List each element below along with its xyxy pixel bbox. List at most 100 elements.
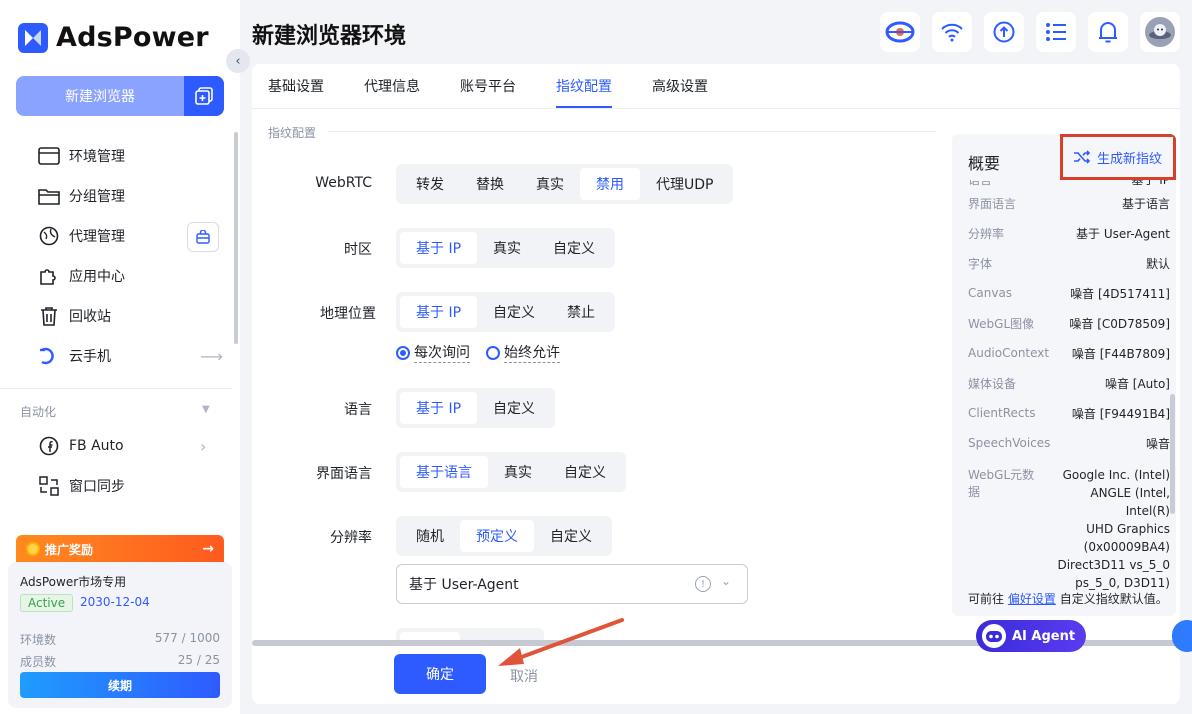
webrtc-option-disabled[interactable]: 禁用 [580, 168, 640, 200]
overview-panel: 概要 语言 基于 IP 界面语言 基于语言 分辨率 基于 User-Agent 字体… [952, 134, 1176, 616]
sidebar-item-label: 环境管理 [69, 149, 125, 165]
language-option-custom[interactable]: 自定义 [477, 392, 551, 424]
overview-list: 语言 基于 IP 界面语言 基于语言 分辨率 基于 User-Agent 字体 默认 … [968, 180, 1170, 592]
member-count-row: 成员数 25 / 25 [20, 653, 220, 670]
sidebar-item-trash[interactable]: 回收站 [0, 296, 232, 336]
sidebar-item-fb-auto[interactable]: FB Auto › [0, 426, 232, 466]
robot-icon [982, 624, 1006, 648]
resolution-option-custom[interactable]: 自定义 [534, 520, 608, 552]
new-browser-label: 新建浏览器 [65, 89, 135, 105]
ui-language-option-real[interactable]: 真实 [488, 456, 548, 488]
sidebar-item-groups[interactable]: 分组管理 [0, 176, 232, 216]
arrow-right-icon: ⟶ [200, 346, 223, 366]
bell-icon[interactable] [1088, 12, 1128, 52]
facebook-icon [38, 435, 60, 457]
tab-advanced-settings[interactable]: 高级设置 [652, 64, 708, 108]
overview-value: 基于 User-Agent [1076, 226, 1170, 241]
tab-proxy-info[interactable]: 代理信息 [364, 64, 420, 108]
overview-key: Canvas [968, 286, 1013, 300]
cloud-phone-icon [38, 345, 60, 367]
generate-fingerprint-button[interactable]: 生成新指纹 [1060, 134, 1176, 180]
confirm-button[interactable]: 确定 [394, 654, 486, 694]
webrtc-option-real[interactable]: 真实 [520, 168, 580, 200]
sidebar-item-label: 分组管理 [69, 189, 125, 205]
geo-option-block[interactable]: 禁止 [551, 296, 611, 328]
main-card: 基础设置 代理信息 账号平台 指纹配置 高级设置 指纹配置 WebRTC 转发 … [252, 64, 1180, 704]
avatar[interactable] [1140, 12, 1180, 52]
collapse-sidebar-button[interactable]: ‹ [226, 49, 250, 73]
geo-option-by-ip[interactable]: 基于 IP [400, 296, 478, 328]
webrtc-option-forward[interactable]: 转发 [400, 168, 460, 200]
sidebar-divider [0, 388, 232, 389]
overview-key: 分辨率 [968, 226, 1005, 241]
sidebar-scrollbar[interactable] [234, 132, 238, 344]
footer-prefix: 可前往 [968, 592, 1005, 606]
radio-always-allow[interactable]: 始终允许 [486, 342, 560, 363]
sidebar-item-proxies[interactable]: 代理管理 [0, 216, 232, 256]
shuffle-icon [1074, 150, 1091, 164]
geo-permission-radios: 每次询问 始终允许 [396, 342, 576, 363]
env-count-label: 环境数 [20, 633, 57, 647]
arrow-right-icon: → [202, 541, 214, 557]
resolution-segmented: 随机 预定义 自定义 [396, 516, 612, 556]
tab-basic-settings[interactable]: 基础设置 [268, 64, 324, 108]
sidebar-item-environments[interactable]: 环境管理 [0, 136, 232, 176]
sidebar-item-label: 云手机 [69, 349, 111, 365]
coin-icon [26, 542, 40, 556]
sidebar-item-app-center[interactable]: 应用中心 [0, 256, 232, 296]
sidebar-item-cloud-phone[interactable]: 云手机 ⟶ [0, 336, 232, 376]
overview-key: ClientRects [968, 406, 1036, 420]
env-count-value: 577 / 1000 [154, 631, 220, 645]
info-icon[interactable]: ! [695, 576, 711, 592]
radio-unselected-icon [486, 345, 500, 360]
overview-value: 基于 IP [1131, 180, 1170, 187]
timezone-option-real[interactable]: 真实 [477, 232, 537, 264]
webrtc-option-proxy-udp[interactable]: 代理UDP [640, 168, 729, 200]
ui-language-option-by-language[interactable]: 基于语言 [400, 456, 488, 488]
overview-scrollbar[interactable] [1170, 394, 1175, 514]
promo-banner[interactable]: 推广奖励 → [16, 535, 224, 563]
automation-nav: FB Auto › 窗口同步 [0, 426, 232, 506]
support-chat-icon[interactable] [1172, 620, 1192, 652]
webrtc-label: WebRTC [315, 175, 372, 191]
language-option-by-ip[interactable]: 基于 IP [400, 392, 478, 424]
geo-option-custom[interactable]: 自定义 [477, 296, 551, 328]
overview-value: 噪音 [Auto] [1104, 376, 1170, 391]
wifi-icon[interactable] [932, 12, 972, 52]
preferences-link[interactable]: 偏好设置 [1008, 592, 1056, 606]
page-title: 新建浏览器环境 [252, 24, 407, 49]
overview-value: 默认 [1145, 256, 1170, 271]
brand-logo[interactable]: AdsPower [18, 22, 209, 53]
ui-language-option-custom[interactable]: 自定义 [548, 456, 622, 488]
ads-radar-icon[interactable] [880, 12, 920, 52]
task-list-icon[interactable] [1036, 12, 1076, 52]
batch-add-icon[interactable] [184, 76, 224, 116]
new-browser-button[interactable]: 新建浏览器 [16, 76, 224, 116]
chevron-right-icon: › [200, 436, 207, 456]
overview-row: 字体 默认 [968, 248, 1170, 278]
ai-agent-button[interactable]: AI Agent [976, 620, 1086, 652]
browser-window-icon [38, 145, 60, 167]
radio-ask-every-time[interactable]: 每次询问 [396, 342, 470, 363]
tab-divider [252, 108, 1180, 109]
timezone-option-by-ip[interactable]: 基于 IP [400, 232, 478, 264]
sidebar-item-window-sync[interactable]: 窗口同步 [0, 466, 232, 506]
proxy-shop-icon[interactable] [187, 222, 219, 252]
cancel-button[interactable]: 取消 [510, 666, 538, 686]
timezone-option-custom[interactable]: 自定义 [537, 232, 611, 264]
renew-button[interactable]: 续期 [20, 672, 220, 698]
sync-upload-icon[interactable] [984, 12, 1024, 52]
overview-value: Google Inc. (Intel) ANGLE (Intel, Intel(… [1046, 466, 1170, 592]
window-sync-icon [38, 475, 60, 497]
resolution-option-predefined[interactable]: 预定义 [460, 520, 534, 552]
tab-fingerprint-config[interactable]: 指纹配置 [556, 64, 612, 108]
user-avatar-icon [1145, 17, 1175, 47]
overview-row: 界面语言 基于语言 [968, 188, 1170, 218]
resolution-option-random[interactable]: 随机 [400, 520, 460, 552]
webrtc-option-replace[interactable]: 替换 [460, 168, 520, 200]
overview-row: SpeechVoices 噪音 [968, 428, 1170, 458]
sidebar-item-label: 应用中心 [69, 269, 125, 285]
resolution-select[interactable]: 基于 User-Agent ! ⌄ [396, 564, 748, 604]
chevron-down-icon[interactable]: ▼ [202, 404, 210, 415]
tab-account-platform[interactable]: 账号平台 [460, 64, 516, 108]
